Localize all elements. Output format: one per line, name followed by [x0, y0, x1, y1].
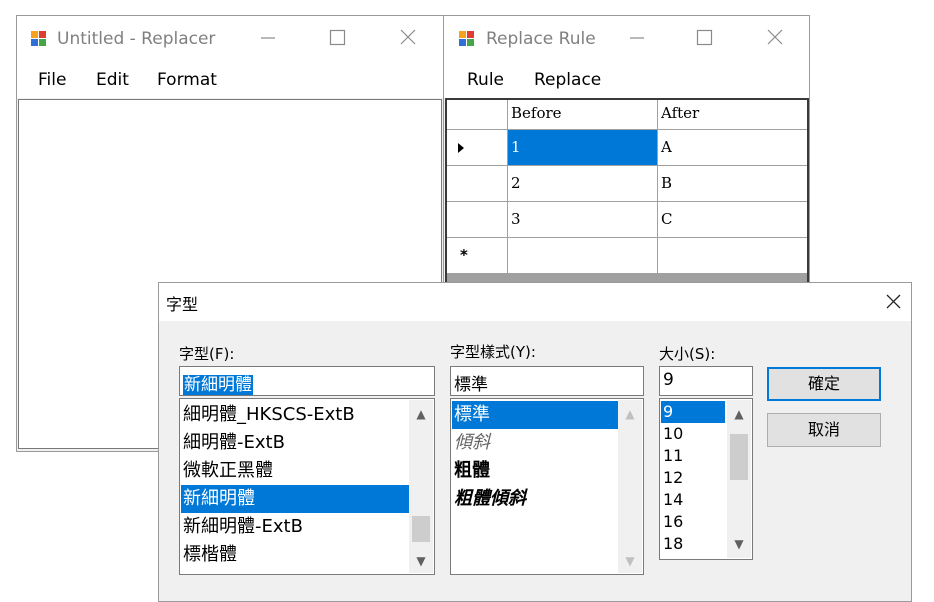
font-list-scrollbar[interactable]: ▲ ▼ — [409, 400, 433, 573]
rule-titlebar[interactable]: Replace Rule — [444, 16, 809, 60]
minimize-button[interactable] — [614, 16, 660, 60]
cell-after[interactable]: B — [658, 166, 807, 202]
minimize-icon — [261, 37, 275, 39]
new-row-marker: * — [460, 246, 468, 264]
menu-rule[interactable]: Rule — [467, 70, 504, 90]
font-dialog-titlebar[interactable]: 字型 — [159, 283, 911, 321]
scroll-down-icon[interactable]: ▼ — [727, 532, 751, 556]
column-header-before[interactable]: Before — [508, 100, 658, 130]
style-list-item[interactable]: 傾斜 — [452, 429, 618, 457]
font-style-listbox[interactable]: 標準 傾斜 粗體 粗體傾斜 ▲ ▼ — [450, 398, 644, 575]
size-list-item[interactable]: 18 — [661, 533, 725, 555]
row-header[interactable] — [447, 166, 508, 202]
font-list-item[interactable]: 新細明體-ExtB — [181, 513, 409, 541]
close-button[interactable] — [385, 16, 431, 60]
font-list-item[interactable]: 標楷體 — [181, 541, 409, 569]
close-button[interactable] — [752, 16, 798, 60]
menu-format[interactable]: Format — [157, 70, 217, 90]
style-list-item-selected[interactable]: 標準 — [452, 401, 618, 429]
dialog-close-button[interactable] — [867, 283, 913, 321]
font-style-input[interactable]: 標準 — [450, 366, 644, 396]
size-list-item[interactable]: 14 — [661, 489, 725, 511]
window-title: Untitled - Replacer — [57, 29, 216, 49]
size-list-item[interactable]: 16 — [661, 511, 725, 533]
font-name-input[interactable]: 新細明體 — [179, 366, 435, 396]
menu-file[interactable]: File — [38, 70, 66, 90]
scrollbar-thumb[interactable] — [730, 434, 748, 480]
replace-rule-window: Replace Rule Rule Replace Before After 1… — [443, 15, 810, 288]
replacer-titlebar[interactable]: Untitled - Replacer — [17, 16, 445, 60]
rules-grid[interactable]: Before After 1 A 2 B 3 C * — [445, 98, 809, 288]
current-row-arrow-icon — [458, 143, 464, 153]
scroll-up-icon[interactable]: ▲ — [727, 402, 751, 426]
font-dialog: 字型 字型(F): 新細明體 細明體_HKSCS-ExtB 細明體-ExtB 微… — [158, 282, 912, 602]
cell-after-new[interactable] — [658, 238, 807, 274]
scroll-up-icon: ▲ — [625, 407, 635, 421]
close-icon — [886, 294, 901, 309]
size-list-item[interactable]: 12 — [661, 467, 725, 489]
size-list-item[interactable]: 10 — [661, 423, 725, 445]
maximize-button[interactable] — [314, 16, 360, 60]
cell-before[interactable]: 1 — [508, 130, 658, 166]
cell-after[interactable]: A — [658, 130, 807, 166]
font-list-item[interactable]: 微軟正黑體 — [181, 457, 409, 485]
maximize-button[interactable] — [681, 16, 727, 60]
maximize-icon — [329, 29, 346, 46]
menu-replace[interactable]: Replace — [534, 70, 601, 90]
font-label: 字型(F): — [179, 345, 235, 363]
row-header-current[interactable] — [447, 130, 508, 166]
window-title: Replace Rule — [486, 29, 596, 49]
scroll-down-icon: ▼ — [625, 554, 635, 568]
size-list-item[interactable]: 11 — [661, 445, 725, 467]
rule-menubar: Rule Replace — [444, 60, 809, 98]
replacer-menubar: File Edit Format — [17, 60, 445, 98]
maximize-icon — [696, 29, 713, 46]
close-icon — [400, 29, 416, 45]
column-header-after[interactable]: After — [658, 100, 807, 130]
scrollbar-thumb[interactable] — [412, 516, 430, 542]
app-icon — [459, 31, 475, 47]
size-list-scrollbar[interactable]: ▲ ▼ — [727, 400, 751, 558]
cell-after[interactable]: C — [658, 202, 807, 238]
font-list-item-selected[interactable]: 新細明體 — [181, 485, 409, 513]
size-label: 大小(S): — [659, 345, 716, 363]
menu-edit[interactable]: Edit — [96, 70, 129, 90]
app-icon — [31, 31, 47, 47]
font-size-value: 9 — [663, 370, 674, 390]
cell-before-new[interactable] — [508, 238, 658, 274]
font-style-value: 標準 — [454, 375, 488, 395]
dialog-title: 字型 — [166, 295, 199, 314]
scroll-down-icon[interactable]: ▼ — [409, 549, 433, 573]
style-list-item[interactable]: 粗體 — [452, 457, 618, 485]
font-listbox[interactable]: 細明體_HKSCS-ExtB 細明體-ExtB 微軟正黑體 新細明體 新細明體-… — [179, 398, 435, 575]
row-header[interactable] — [447, 202, 508, 238]
close-icon — [767, 29, 783, 45]
font-list-item[interactable]: 細明體-ExtB — [181, 429, 409, 457]
style-list-item[interactable]: 粗體傾斜 — [452, 485, 618, 513]
font-size-listbox[interactable]: 9 10 11 12 14 16 18 ▲ ▼ — [659, 398, 753, 560]
cell-before[interactable]: 2 — [508, 166, 658, 202]
style-label: 字型樣式(Y): — [450, 343, 536, 361]
minimize-button[interactable] — [245, 16, 291, 60]
row-header-new[interactable]: * — [447, 238, 508, 274]
cell-before[interactable]: 3 — [508, 202, 658, 238]
font-list-item[interactable]: 細明體_HKSCS-ExtB — [181, 401, 409, 429]
font-name-value: 新細明體 — [183, 375, 253, 395]
size-list-item-selected[interactable]: 9 — [661, 401, 725, 423]
grid-corner — [447, 100, 508, 130]
font-size-input[interactable]: 9 — [659, 366, 753, 396]
minimize-icon — [630, 37, 644, 39]
style-list-scrollbar: ▲ ▼ — [618, 400, 642, 573]
scroll-up-icon[interactable]: ▲ — [409, 402, 433, 426]
cancel-button[interactable]: 取消 — [767, 413, 881, 447]
ok-button[interactable]: 確定 — [767, 367, 881, 401]
